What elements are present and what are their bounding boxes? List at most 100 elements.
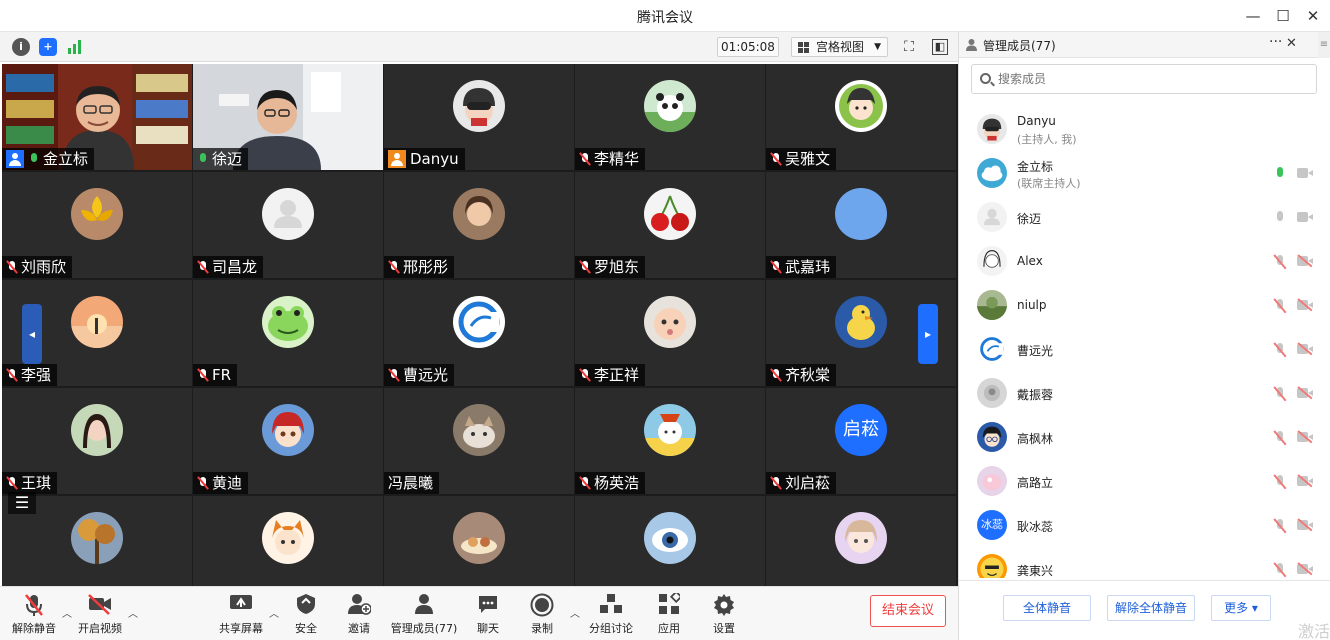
video-tile[interactable] — [575, 496, 765, 586]
manage-members-button[interactable]: 管理成员(77) — [382, 593, 466, 636]
member-row[interactable]: niulp — [959, 284, 1330, 328]
mic-muted-icon[interactable] — [1273, 342, 1287, 358]
member-row[interactable]: Alex — [959, 240, 1330, 284]
breakout-button[interactable]: 分组讨论 — [581, 593, 641, 636]
record-button[interactable]: 录制 — [512, 593, 572, 636]
security-button[interactable]: 安全 — [276, 593, 336, 636]
camera-off-icon[interactable] — [1297, 518, 1313, 532]
toggle-sidebar-icon[interactable]: ◧ — [932, 39, 948, 55]
participant-avatar — [835, 188, 887, 240]
video-tile[interactable]: 李精华 — [575, 64, 765, 170]
video-tile[interactable]: 刘雨欣 — [2, 172, 192, 278]
mic-muted-icon — [388, 368, 400, 382]
close-panel-button[interactable]: ✕ — [1286, 36, 1297, 51]
camera-off-icon[interactable] — [1297, 474, 1313, 488]
video-tile[interactable] — [384, 496, 574, 586]
video-tile[interactable]: Danyu — [384, 64, 574, 170]
participant-avatar — [71, 188, 123, 240]
member-row[interactable]: 曹远光 — [959, 328, 1330, 372]
mic-muted-icon — [770, 368, 782, 382]
camera-off-icon[interactable] — [1297, 342, 1313, 356]
participant-avatar — [262, 188, 314, 240]
more-button[interactable]: 更多 ▾ — [1211, 595, 1271, 621]
mic-muted-icon — [6, 368, 18, 382]
members-icon — [382, 593, 466, 617]
video-tile[interactable]: 曹远光 — [384, 280, 574, 386]
mic-muted-icon[interactable] — [1273, 430, 1287, 446]
settings-button[interactable]: 设置 — [694, 593, 754, 636]
member-name: 高路立 — [1017, 476, 1054, 490]
camera-off-icon[interactable] — [1297, 562, 1313, 576]
video-tile[interactable]: 武嘉玮 — [766, 172, 956, 278]
mic-muted-icon[interactable] — [1273, 386, 1287, 402]
camera-off-icon[interactable] — [1297, 386, 1313, 400]
end-meeting-button[interactable]: 结束会议 — [870, 595, 946, 627]
member-row[interactable]: 高枫林 — [959, 416, 1330, 460]
mic-on-icon — [197, 152, 209, 166]
video-tile[interactable]: 杨英浩 — [575, 388, 765, 494]
mic-muted-icon[interactable] — [1273, 254, 1287, 270]
member-row[interactable]: 戴振蓉 — [959, 372, 1330, 416]
video-tile[interactable]: 冯晨曦 — [384, 388, 574, 494]
unmute-all-button[interactable]: 解除全体静音 — [1107, 595, 1195, 621]
mic-muted-icon[interactable] — [1273, 518, 1287, 534]
shield-icon[interactable]: + — [39, 38, 57, 56]
minimize-button[interactable]: — — [1243, 6, 1263, 26]
video-tile[interactable]: 王琪 — [2, 388, 192, 494]
record-options-caret[interactable]: ︿ — [570, 605, 580, 620]
share-screen-button[interactable]: 共享屏幕 — [211, 593, 271, 636]
close-window-button[interactable]: ✕ — [1303, 6, 1323, 26]
video-tile[interactable]: 吴雅文 — [766, 64, 956, 170]
next-page-arrow-icon[interactable]: ▸ — [918, 304, 938, 364]
start-video-button[interactable]: 开启视频 — [70, 593, 130, 636]
member-search[interactable] — [971, 64, 1317, 94]
panel-scroll-handle[interactable]: ≡ — [1318, 32, 1330, 58]
view-selector[interactable]: 宫格视图 ▼ — [791, 37, 888, 57]
member-row[interactable]: 龚東兴 — [959, 548, 1330, 578]
previous-page-arrow-icon[interactable]: ◂ — [22, 304, 42, 364]
video-tile[interactable]: 罗旭东 — [575, 172, 765, 278]
info-icon[interactable]: i — [12, 38, 30, 56]
video-tile[interactable]: FR — [193, 280, 383, 386]
camera-icon[interactable] — [1297, 167, 1313, 179]
camera-off-slash — [1297, 254, 1313, 268]
camera-off-icon[interactable] — [1297, 254, 1313, 268]
mic-icon[interactable] — [1273, 166, 1287, 182]
mic-muted-icon[interactable] — [1273, 474, 1287, 490]
invite-button[interactable]: 邀请 — [329, 593, 389, 636]
maximize-button[interactable]: ☐ — [1273, 6, 1293, 26]
signal-icon[interactable] — [67, 39, 83, 54]
video-tile[interactable] — [766, 496, 956, 586]
chat-button[interactable]: 聊天 — [458, 593, 518, 636]
video-tile[interactable]: 邢彤彤 — [384, 172, 574, 278]
mute-all-button[interactable]: 全体静音 — [1003, 595, 1091, 621]
mic-muted-icon[interactable] — [1273, 298, 1287, 314]
apps-button[interactable]: 应用 — [639, 590, 699, 636]
member-row[interactable]: 金立标 (联席主持人) — [959, 152, 1330, 196]
participant-name-tag: 李正祥 — [575, 364, 646, 386]
search-input[interactable] — [998, 72, 1298, 86]
member-row[interactable]: 冰蕊 耿冰蕊 — [959, 504, 1330, 548]
camera-off-icon[interactable] — [1297, 430, 1313, 444]
video-tile[interactable]: 李正祥 — [575, 280, 765, 386]
mic-icon[interactable] — [1273, 210, 1287, 226]
video-tile[interactable]: 司昌龙 — [193, 172, 383, 278]
video-options-caret[interactable]: ︿ — [128, 605, 138, 620]
member-avatar — [977, 334, 1007, 364]
participant-avatar — [453, 188, 505, 240]
fullscreen-icon[interactable]: ⛶ — [899, 37, 919, 57]
member-row[interactable]: 高路立 — [959, 460, 1330, 504]
video-tile[interactable] — [193, 496, 383, 586]
video-tile[interactable]: 金立标 — [2, 64, 192, 170]
camera-icon[interactable] — [1297, 211, 1313, 223]
mic-muted-icon[interactable] — [1273, 562, 1287, 578]
video-tile[interactable]: 启菘 刘启菘 — [766, 388, 956, 494]
camera-off-icon[interactable] — [1297, 298, 1313, 312]
member-row[interactable]: 徐迈 — [959, 196, 1330, 240]
video-tile[interactable]: 黄迪 — [193, 388, 383, 494]
member-row[interactable]: Danyu (主持人, 我) — [959, 108, 1330, 152]
video-tile[interactable]: 徐迈 — [193, 64, 383, 170]
list-toggle-icon[interactable]: ☰ — [8, 492, 36, 514]
unmute-button[interactable]: 解除静音 — [4, 593, 64, 636]
more-options-icon[interactable]: ··· — [1269, 34, 1282, 50]
